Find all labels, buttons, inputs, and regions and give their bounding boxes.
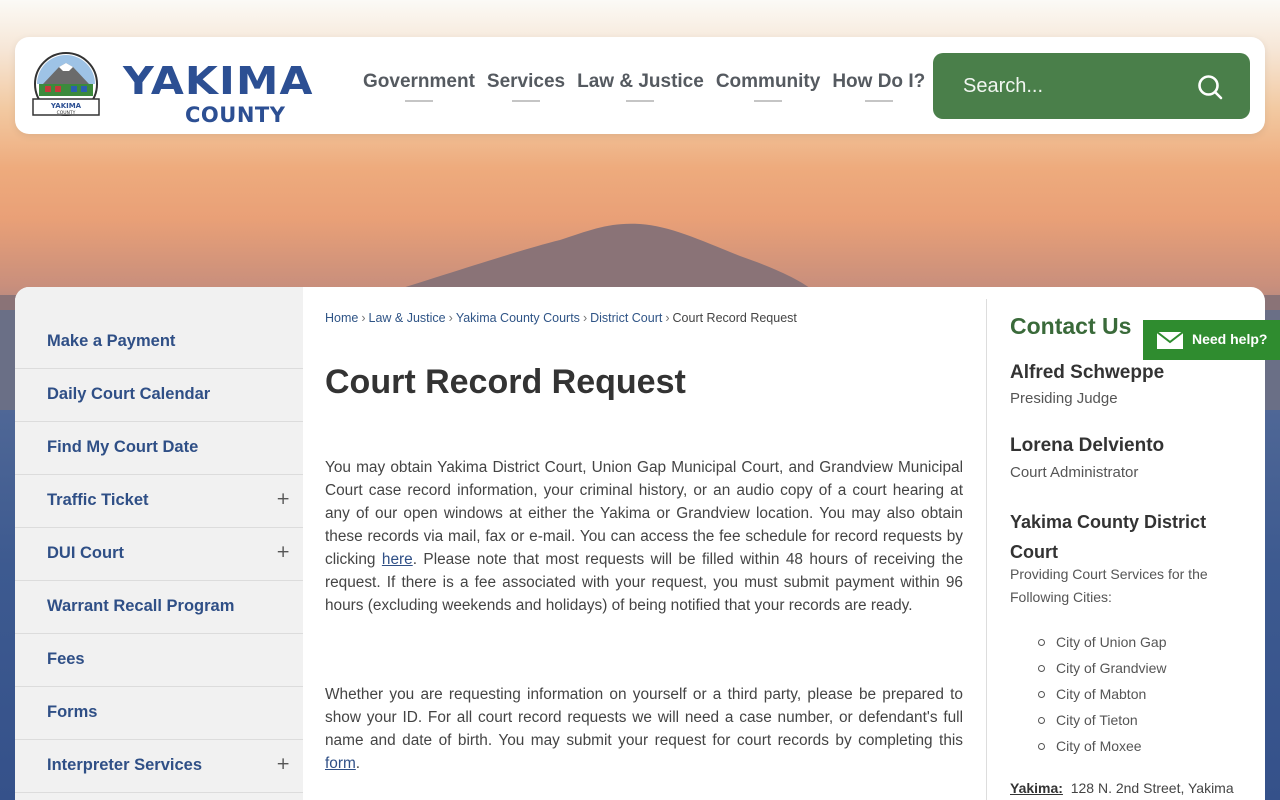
contact-us-heading: Contact Us	[1010, 313, 1132, 339]
sidebar-item-label: Interpreter Services	[47, 756, 203, 774]
breadcrumb-current: Court Record Request	[672, 311, 797, 325]
breadcrumb-yakima-county-courts[interactable]: Yakima County Courts	[456, 311, 580, 325]
sidebar-item-label: DUI Court	[47, 544, 124, 562]
sidebar-item-forms[interactable]: Forms	[15, 687, 303, 740]
sidebar-item-warrant-recall-program[interactable]: Warrant Recall Program	[15, 581, 303, 634]
fee-schedule-link[interactable]: here	[382, 551, 413, 568]
contact-name: Alfred Schweppe	[1010, 362, 1165, 383]
breadcrumb: Home › Law & Justice › Yakima County Courts ›…	[325, 311, 797, 325]
nav-government[interactable]: Government	[358, 71, 480, 102]
expand-plus-icon[interactable]: +	[276, 542, 290, 562]
column-divider	[986, 299, 987, 800]
need-help-label: Need help?	[1192, 331, 1268, 347]
request-form-link[interactable]: form	[325, 755, 356, 772]
breadcrumb-separator: ›	[665, 311, 670, 325]
sidebar-item-label: Make a Payment	[47, 332, 176, 350]
breadcrumb-separator: ›	[582, 311, 588, 325]
main-navigation: Government Services Law & Justice Commun…	[358, 71, 932, 102]
address-label: Yakima:	[1010, 780, 1063, 796]
nav-underline	[512, 100, 541, 102]
list-item: City of Union Gap	[1038, 629, 1167, 655]
sidebar-item-dui-court[interactable]: DUI Court +	[15, 528, 303, 581]
site-header: YAKIMA COUNTY YAKIMA COUNTY Government S…	[15, 37, 1265, 134]
sidebar-item-find-my-court-date[interactable]: Find My Court Date	[15, 422, 303, 475]
expand-plus-icon[interactable]: +	[276, 489, 290, 509]
sidebar-item-daily-court-calendar[interactable]: Daily Court Calendar	[15, 369, 303, 422]
breadcrumb-law-justice[interactable]: Law & Justice	[369, 311, 446, 325]
content-panel: Make a Payment Daily Court Calendar Find…	[15, 287, 1265, 800]
nav-underline	[626, 100, 655, 102]
nav-services[interactable]: Services	[482, 71, 570, 102]
court-description: Providing Court Services for the Followi…	[1010, 566, 1208, 605]
main-content: Home › Law & Justice › Yakima County Courts ›…	[325, 287, 965, 800]
search-input[interactable]	[947, 69, 1187, 103]
page-title: Court Record Request	[325, 363, 686, 401]
logo-wordmark-yakima: YAKIMA	[123, 59, 314, 103]
nav-underline	[864, 100, 893, 102]
logo-wordmark-county: COUNTY	[185, 103, 286, 127]
envelope-icon	[1157, 332, 1183, 349]
svg-text:COUNTY: COUNTY	[57, 110, 76, 116]
breadcrumb-separator: ›	[361, 311, 366, 325]
list-item: City of Tieton	[1038, 707, 1167, 733]
nav-law-justice[interactable]: Law & Justice	[572, 71, 709, 102]
sidebar-item-label: Warrant Recall Program	[47, 597, 235, 615]
nav-community[interactable]: Community	[711, 71, 826, 102]
contact-name: Lorena Delviento	[1010, 435, 1165, 456]
nav-underline	[754, 100, 783, 102]
sidebar-item-traffic-ticket[interactable]: Traffic Ticket +	[15, 475, 303, 528]
id-requirements-paragraph: Whether you are requesting information o…	[325, 683, 963, 775]
contact-sidebar: Contact Us Alfred Schweppe Presiding Jud…	[1010, 287, 1250, 800]
sidebar-item-label: Traffic Ticket	[47, 491, 149, 509]
contact-role: Presiding Judge	[1010, 390, 1118, 407]
nav-underline	[404, 100, 433, 102]
address-text: 128 N. 2nd Street, Yakima	[1070, 780, 1234, 796]
breadcrumb-district-court[interactable]: District Court	[590, 311, 662, 325]
sidebar-item-fees[interactable]: Fees	[15, 634, 303, 687]
sidebar-item-make-a-payment[interactable]: Make a Payment	[15, 316, 303, 369]
id-text-part1: Whether you are requesting information o…	[325, 686, 963, 749]
sidebar-item-label: Forms	[47, 703, 98, 721]
sidebar-item-interpreter-services[interactable]: Interpreter Services +	[15, 740, 303, 793]
address-yakima: Yakima: 128 N. 2nd Street, Yakima	[1010, 780, 1234, 796]
court-name: Yakima County District Court	[1010, 512, 1207, 562]
svg-text:YAKIMA: YAKIMA	[50, 102, 82, 110]
nav-how-do-i[interactable]: How Do I?	[827, 71, 930, 102]
expand-plus-icon[interactable]: +	[276, 754, 290, 774]
need-help-button[interactable]: Need help?	[1143, 320, 1280, 360]
search-icon[interactable]	[1196, 73, 1224, 101]
county-seal-icon: YAKIMA COUNTY	[32, 52, 100, 116]
id-text-part2: .	[355, 755, 361, 772]
sidebar-item-label: Find My Court Date	[47, 438, 199, 456]
city-list: City of Union Gap City of Grandview City…	[1038, 629, 1167, 759]
breadcrumb-home[interactable]: Home	[325, 311, 358, 325]
breadcrumb-separator: ›	[448, 311, 453, 325]
list-item: City of Moxee	[1038, 733, 1167, 759]
list-item: City of Mabton	[1038, 681, 1167, 707]
sidebar-menu: Make a Payment Daily Court Calendar Find…	[15, 287, 303, 800]
search-box	[933, 53, 1250, 119]
contact-role: Court Administrator	[1010, 464, 1139, 481]
intro-paragraph: You may obtain Yakima District Court, Un…	[325, 456, 963, 617]
intro-text-part2: . Please note that most requests will be…	[325, 551, 964, 614]
sidebar-item-label: Fees	[47, 650, 85, 668]
yakima-county-logo[interactable]: YAKIMA COUNTY YAKIMA COUNTY	[29, 51, 339, 127]
sidebar-item-label: Daily Court Calendar	[47, 385, 211, 403]
list-item: City of Grandview	[1038, 655, 1167, 681]
